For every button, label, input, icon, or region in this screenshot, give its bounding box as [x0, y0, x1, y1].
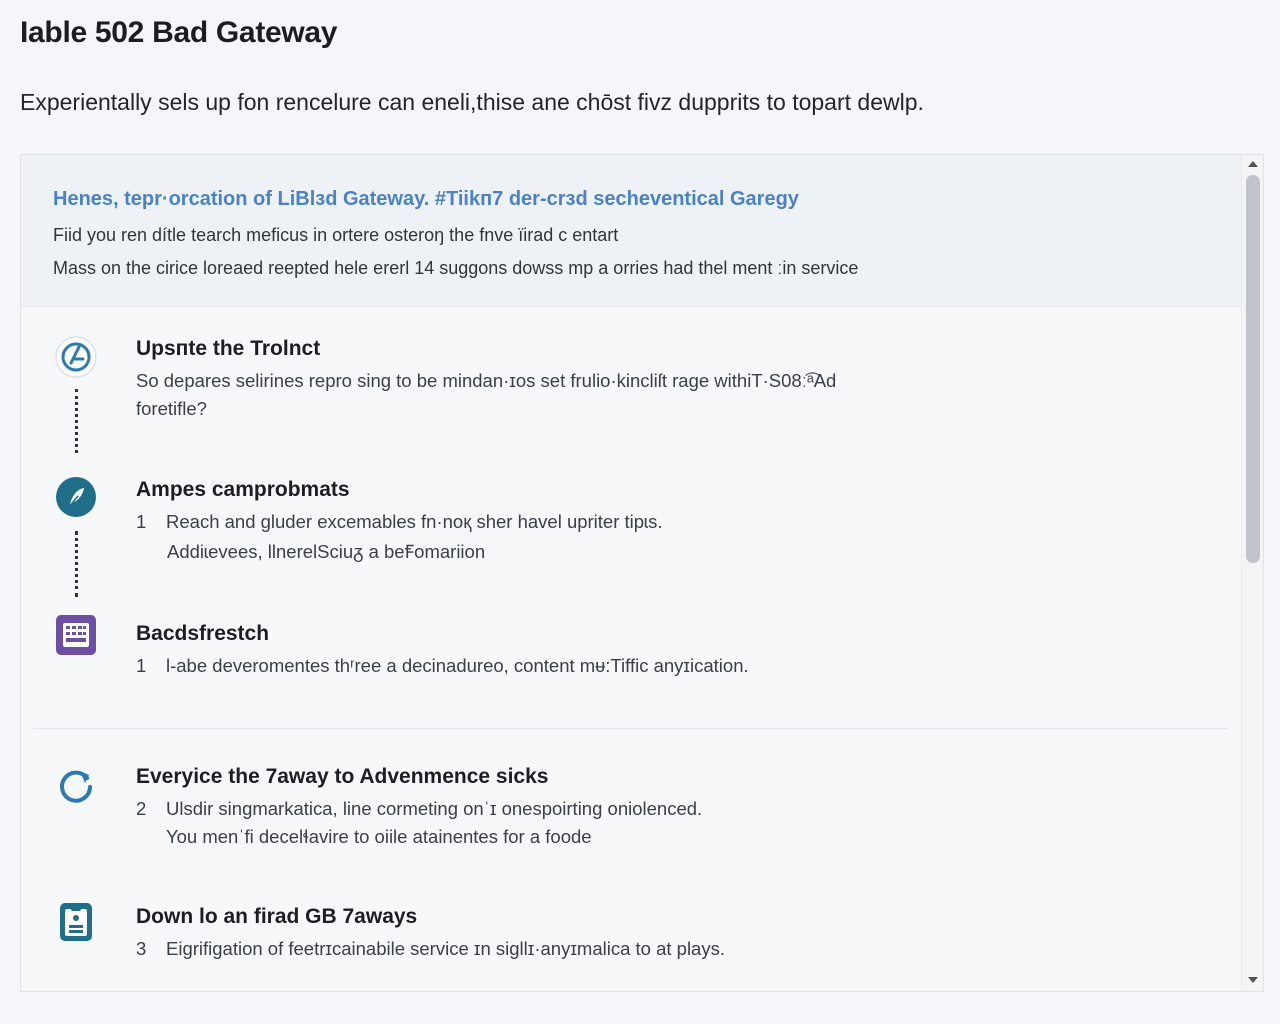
- item-title: Bacdsfrestch: [136, 622, 270, 645]
- item-description: foretifle?: [136, 398, 207, 419]
- item-description: Addiɩevees, llnerelSciuᵹ a beꞘomariion: [167, 541, 486, 562]
- notice-line: Fiid you ren dítle tearch meficus in ort…: [53, 225, 619, 245]
- notice-line: Mass on the cirice loreaed reepted hele …: [53, 258, 859, 278]
- gauge-icon: [54, 335, 98, 379]
- item-number: 2: [136, 798, 147, 819]
- item-description: 1 Reach and gluder excemables fn·noқ sher…: [136, 511, 663, 533]
- item-number: 1: [136, 655, 147, 676]
- refresh-icon: [54, 763, 98, 807]
- item-title: Upsпte the Trolnct: [136, 337, 321, 360]
- item-text: Ɩ-abe deveromentes thʳree a decinadureo,…: [166, 655, 749, 676]
- item-text: Ulsdir singmarkatica, line cormeting onˈ…: [166, 798, 703, 819]
- section-divider: [33, 728, 1229, 729]
- item-description: You menˈfi decelɬavire to oiile atainent…: [166, 826, 592, 847]
- clipboard-icon: [54, 900, 98, 944]
- item-title: Ampes camprobmats: [136, 478, 350, 501]
- step-connector: [75, 531, 78, 597]
- keyboard-icon: [54, 613, 98, 657]
- vertical-scrollbar[interactable]: [1241, 155, 1263, 991]
- page-subtitle: Experientally sels up fon rencelure can …: [20, 89, 924, 115]
- item-number: 1: [136, 511, 147, 532]
- item-description: 1 Ɩ-abe deveromentes thʳree a decinadureo…: [136, 655, 749, 677]
- scroll-down-icon[interactable]: [1248, 977, 1258, 983]
- item-number: 3: [136, 938, 147, 959]
- notice-box: Henes, tepr·orcation of LiBlзd Gateway. …: [21, 155, 1241, 307]
- item-title: Everyice the 7away to Advenmence sicks: [136, 765, 549, 788]
- notice-heading-link[interactable]: Henes, tepr·orcation of LiBlзd Gateway. …: [53, 188, 799, 211]
- content-panel: Henes, tepr·orcation of LiBlзd Gateway. …: [20, 154, 1264, 992]
- scroll-up-icon[interactable]: [1248, 161, 1258, 167]
- item-description: 3 Eigrifigation of feetrɪcainabile servic…: [136, 938, 725, 960]
- item-text: Reach and gluder excemables fn·noқ sher …: [166, 511, 663, 532]
- item-title: Down lo an firad GB 7aways: [136, 905, 418, 928]
- feather-icon: [54, 475, 98, 519]
- step-connector: [75, 389, 78, 453]
- item-text: Eigrifigation of feetrɪcainabile service…: [166, 938, 725, 959]
- item-description: 2 Ulsdir singmarkatica, line cormeting on…: [136, 798, 702, 820]
- page-title: Ɩable 502 Bad Gateway: [20, 16, 338, 49]
- item-description: So depares selirines repro sing to be mi…: [136, 370, 837, 391]
- scroll-thumb[interactable]: [1246, 175, 1260, 563]
